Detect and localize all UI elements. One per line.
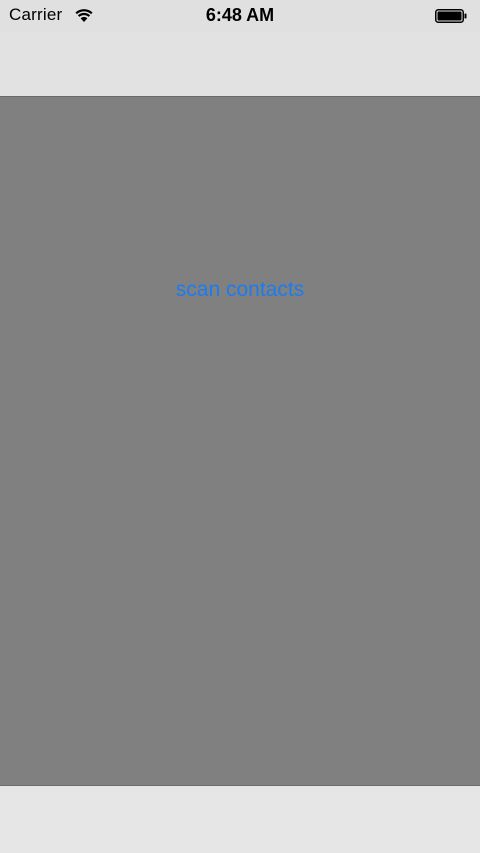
clock: 6:48 AM xyxy=(205,5,275,25)
navigation-bar xyxy=(0,32,480,97)
status-bar: Carrier 6:48 AM xyxy=(0,0,480,32)
scan-contacts-button[interactable]: scan contacts xyxy=(0,278,480,302)
bottom-toolbar xyxy=(0,785,480,853)
main-content: scan contacts xyxy=(0,97,480,785)
battery-icon xyxy=(435,9,467,23)
